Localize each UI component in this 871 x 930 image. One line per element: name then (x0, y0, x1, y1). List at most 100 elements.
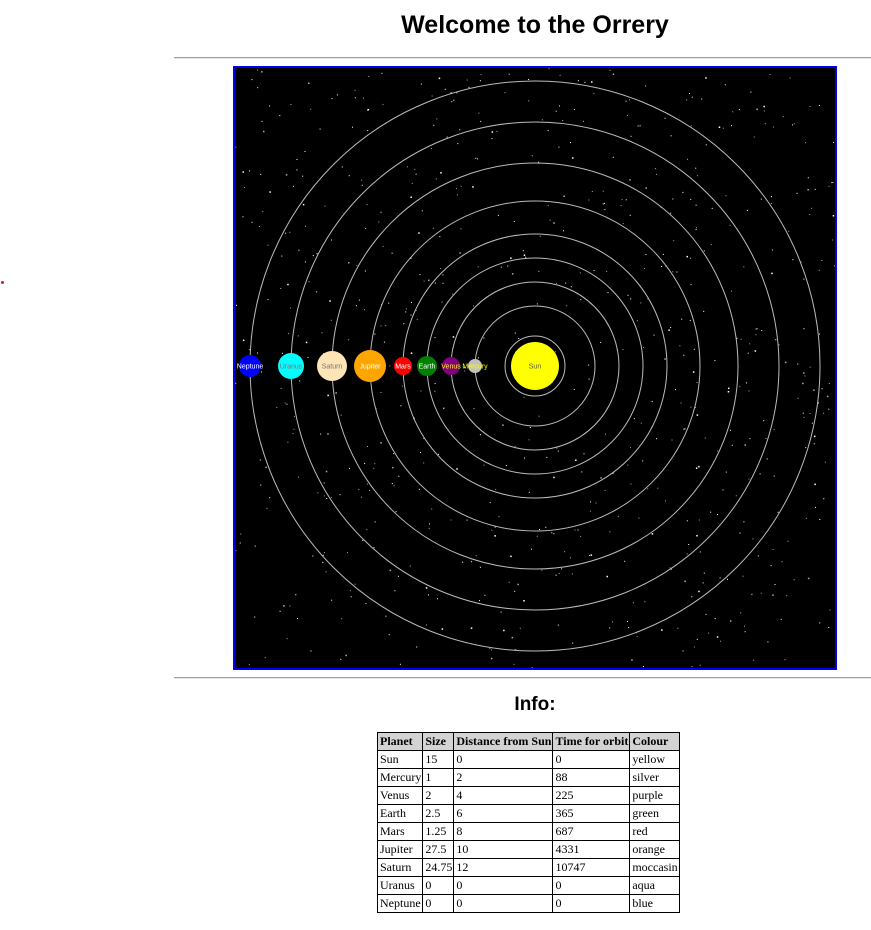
star (807, 189, 809, 191)
star (331, 599, 333, 601)
star (434, 337, 436, 339)
star (523, 600, 525, 602)
star (330, 319, 332, 321)
star (513, 220, 515, 222)
star (818, 104, 820, 106)
star (358, 299, 360, 301)
star (756, 108, 758, 111)
star (335, 392, 337, 394)
star (703, 310, 705, 312)
star (326, 498, 328, 499)
star (661, 266, 663, 267)
star (746, 382, 747, 384)
star (807, 177, 809, 179)
star (583, 453, 585, 455)
star (475, 157, 477, 159)
star (792, 124, 793, 126)
star (310, 650, 312, 652)
star (249, 170, 250, 172)
star (796, 192, 798, 194)
star (308, 281, 310, 283)
star (591, 191, 593, 192)
star (629, 214, 631, 216)
star (459, 252, 461, 254)
star (411, 301, 412, 303)
star (473, 305, 474, 307)
star (289, 231, 291, 233)
star (323, 482, 325, 484)
table-cell: 2 (422, 786, 455, 805)
star (459, 129, 461, 131)
star (296, 169, 298, 171)
star (531, 155, 533, 157)
star (397, 575, 399, 577)
star (498, 516, 500, 518)
table-cell: 12 (453, 858, 554, 877)
star (740, 612, 742, 614)
star (637, 125, 639, 127)
star (771, 249, 773, 251)
star (420, 83, 422, 85)
star (490, 649, 492, 651)
star (673, 240, 675, 242)
star (428, 527, 430, 529)
table-cell: silver (629, 768, 680, 787)
star (793, 579, 795, 581)
star (703, 572, 705, 574)
star (536, 303, 538, 305)
star (380, 392, 382, 393)
star (821, 388, 823, 390)
star (254, 545, 256, 547)
star (645, 85, 647, 87)
star (254, 616, 256, 618)
star (797, 363, 799, 365)
star (562, 120, 564, 121)
star (558, 146, 560, 148)
star (743, 521, 745, 523)
star (522, 250, 524, 252)
star (782, 116, 784, 118)
star (699, 664, 701, 666)
star (235, 146, 237, 148)
star (831, 239, 833, 241)
star (604, 202, 605, 204)
star (418, 488, 420, 490)
star (354, 97, 356, 99)
star (602, 190, 604, 192)
table-cell: Sun (376, 750, 424, 769)
table-cell: yellow (629, 750, 680, 769)
star (692, 371, 695, 373)
star (604, 489, 606, 491)
star (725, 195, 727, 197)
star (591, 81, 593, 83)
star (356, 264, 358, 266)
star (577, 529, 579, 531)
star (410, 196, 412, 198)
star (327, 433, 329, 435)
star (441, 628, 444, 630)
star (477, 158, 479, 160)
star (686, 520, 688, 522)
table-cell: 365 (552, 804, 631, 823)
star (284, 232, 286, 234)
star (809, 214, 811, 215)
star (244, 187, 245, 189)
star (831, 182, 832, 184)
star (324, 552, 325, 554)
star (781, 561, 783, 563)
star (731, 290, 732, 292)
star (577, 80, 579, 82)
star (316, 291, 318, 293)
star (456, 194, 458, 196)
table-row: Mercury 1 2 88 silver (376, 768, 680, 787)
star (304, 261, 306, 263)
star (380, 211, 382, 213)
star (755, 334, 757, 336)
star (518, 338, 520, 339)
table-cell: 2.5 (422, 804, 455, 823)
star (802, 382, 804, 385)
star (684, 580, 686, 583)
star (612, 156, 614, 158)
star (341, 618, 343, 620)
star (257, 87, 259, 89)
